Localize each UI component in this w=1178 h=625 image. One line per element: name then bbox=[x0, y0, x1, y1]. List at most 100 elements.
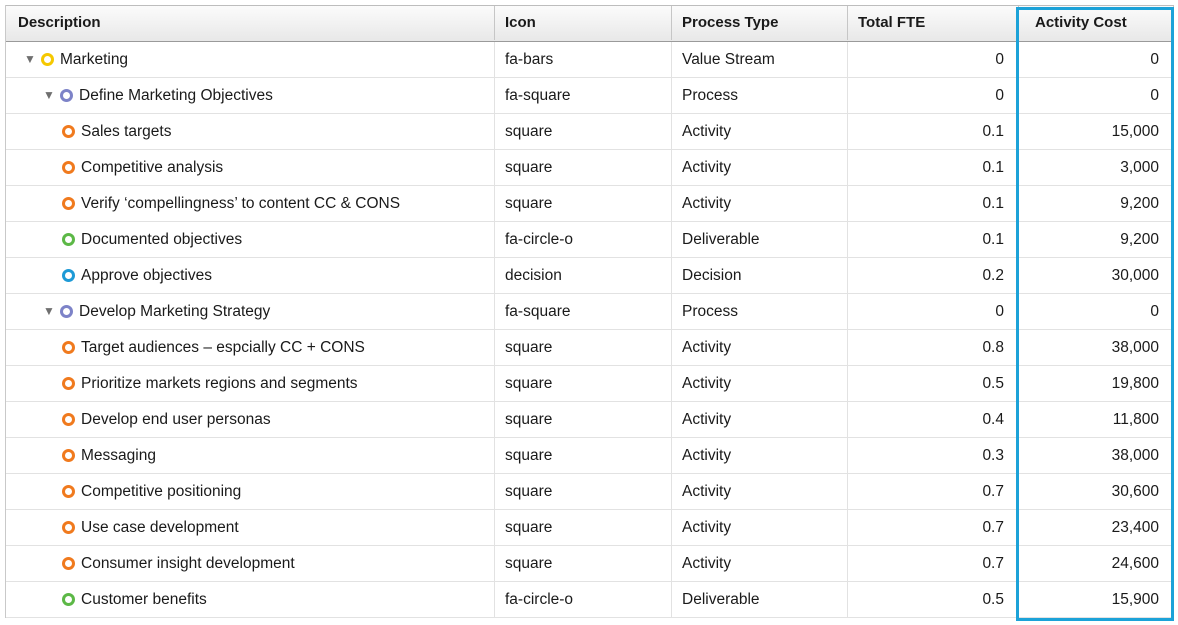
activity-cost-cell: 19,800 bbox=[1019, 366, 1174, 401]
grid-body: ▼ Marketing fa-bars Value Stream 0 0 ▼ Define M… bbox=[6, 42, 1174, 618]
activity-circle-icon bbox=[62, 377, 75, 390]
row-description: Sales targets bbox=[81, 123, 172, 140]
expand-toggle-icon[interactable]: ▼ bbox=[24, 42, 36, 77]
table-row[interactable]: Documented objectives fa-circle-o Delivera… bbox=[6, 222, 1174, 258]
total-fte-cell: 0.8 bbox=[848, 330, 1019, 365]
row-description: Marketing bbox=[60, 51, 129, 68]
tree-grid: Description Icon Process Type Total FTE … bbox=[5, 5, 1174, 618]
icon-cell: square bbox=[495, 510, 672, 545]
activity-cost-cell: 30,600 bbox=[1019, 474, 1174, 509]
row-description: Target audiences – espcially CC + CONS bbox=[81, 339, 365, 356]
description-cell: Target audiences – espcially CC + CONS bbox=[6, 330, 495, 365]
activity-cost-cell: 15,900 bbox=[1019, 582, 1174, 617]
column-header-activity-cost[interactable]: Activity Cost bbox=[1019, 6, 1174, 40]
activity-cost-cell: 30,000 bbox=[1019, 258, 1174, 293]
activity-circle-icon bbox=[62, 449, 75, 462]
process-type-cell: Process bbox=[672, 294, 848, 329]
expand-toggle-icon[interactable]: ▼ bbox=[43, 78, 55, 113]
description-cell: Prioritize markets regions and segments bbox=[6, 366, 495, 401]
row-description: Competitive analysis bbox=[81, 159, 224, 176]
description-cell: Consumer insight development bbox=[6, 546, 495, 581]
table-row[interactable]: ▼ Marketing fa-bars Value Stream 0 0 bbox=[6, 42, 1174, 78]
description-cell: Sales targets bbox=[6, 114, 495, 149]
description-cell: Competitive analysis bbox=[6, 150, 495, 185]
icon-cell: square bbox=[495, 114, 672, 149]
row-description: Approve objectives bbox=[81, 267, 212, 284]
icon-cell: square bbox=[495, 366, 672, 401]
table-row[interactable]: Competitive analysis square Activity 0.1 3,0… bbox=[6, 150, 1174, 186]
icon-cell: fa-square bbox=[495, 78, 672, 113]
activity-cost-cell: 38,000 bbox=[1019, 438, 1174, 473]
table-row[interactable]: Competitive positioning square Activity 0.7… bbox=[6, 474, 1174, 510]
activity-cost-cell: 0 bbox=[1019, 42, 1174, 77]
activity-cost-cell: 11,800 bbox=[1019, 402, 1174, 437]
table-row[interactable]: ▼ Define Marketing Objectives fa-square Pro… bbox=[6, 78, 1174, 114]
table-row[interactable]: Sales targets square Activity 0.1 15,000 bbox=[6, 114, 1174, 150]
total-fte-cell: 0.4 bbox=[848, 402, 1019, 437]
table-row[interactable]: Messaging square Activity 0.3 38,000 bbox=[6, 438, 1174, 474]
deliverable-circle-icon bbox=[62, 593, 75, 606]
table-row[interactable]: Consumer insight development square Activi… bbox=[6, 546, 1174, 582]
activity-circle-icon bbox=[62, 341, 75, 354]
row-description: Define Marketing Objectives bbox=[79, 87, 273, 104]
row-description: Documented objectives bbox=[81, 231, 243, 248]
total-fte-cell: 0.7 bbox=[848, 474, 1019, 509]
table-row[interactable]: Use case development square Activity 0.7 23,… bbox=[6, 510, 1174, 546]
activity-cost-cell: 24,600 bbox=[1019, 546, 1174, 581]
activity-cost-cell: 15,000 bbox=[1019, 114, 1174, 149]
process-type-cell: Activity bbox=[672, 150, 848, 185]
total-fte-cell: 0.1 bbox=[848, 222, 1019, 257]
row-description: Prioritize markets regions and segments bbox=[81, 375, 358, 392]
column-header-description[interactable]: Description bbox=[6, 6, 495, 40]
icon-cell: square bbox=[495, 186, 672, 221]
description-cell: Verify ‘compellingness’ to content CC & … bbox=[6, 186, 495, 221]
description-cell: Competitive positioning bbox=[6, 474, 495, 509]
table-row[interactable]: Develop end user personas square Activity 0… bbox=[6, 402, 1174, 438]
activity-cost-cell: 38,000 bbox=[1019, 330, 1174, 365]
table-row[interactable]: Customer benefits fa-circle-o Deliverable 0… bbox=[6, 582, 1174, 618]
activity-circle-icon bbox=[62, 413, 75, 426]
total-fte-cell: 0 bbox=[848, 78, 1019, 113]
row-description: Use case development bbox=[81, 519, 239, 536]
process-circle-icon bbox=[60, 89, 73, 102]
table-row[interactable]: Target audiences – espcially CC + CONS sq… bbox=[6, 330, 1174, 366]
table-row[interactable]: Prioritize markets regions and segments s… bbox=[6, 366, 1174, 402]
total-fte-cell: 0.2 bbox=[848, 258, 1019, 293]
activity-circle-icon bbox=[62, 161, 75, 174]
process-type-cell: Deliverable bbox=[672, 222, 848, 257]
icon-cell: fa-bars bbox=[495, 42, 672, 77]
total-fte-cell: 0.5 bbox=[848, 366, 1019, 401]
icon-cell: fa-circle-o bbox=[495, 222, 672, 257]
row-description: Develop Marketing Strategy bbox=[79, 303, 271, 320]
activity-cost-cell: 9,200 bbox=[1019, 186, 1174, 221]
icon-cell: square bbox=[495, 402, 672, 437]
activity-cost-cell: 3,000 bbox=[1019, 150, 1174, 185]
row-description: Messaging bbox=[81, 447, 156, 464]
total-fte-cell: 0.7 bbox=[848, 546, 1019, 581]
row-description: Competitive positioning bbox=[81, 483, 242, 500]
table-row[interactable]: Approve objectives decision Decision 0.2 30,… bbox=[6, 258, 1174, 294]
activity-circle-icon bbox=[62, 485, 75, 498]
table-row[interactable]: ▼ Develop Marketing Strategy fa-square Proc… bbox=[6, 294, 1174, 330]
decision-circle-icon bbox=[62, 269, 75, 282]
description-cell: Use case development bbox=[6, 510, 495, 545]
expand-toggle-icon[interactable]: ▼ bbox=[43, 294, 55, 329]
header-row: Description Icon Process Type Total FTE … bbox=[6, 5, 1174, 42]
column-header-process-type[interactable]: Process Type bbox=[672, 6, 848, 40]
activity-circle-icon bbox=[62, 197, 75, 210]
activity-circle-icon bbox=[62, 125, 75, 138]
deliverable-circle-icon bbox=[62, 233, 75, 246]
process-type-cell: Activity bbox=[672, 438, 848, 473]
description-cell: ▼ Marketing bbox=[6, 42, 495, 77]
column-header-icon[interactable]: Icon bbox=[495, 6, 672, 40]
total-fte-cell: 0 bbox=[848, 42, 1019, 77]
column-header-total-fte[interactable]: Total FTE bbox=[848, 6, 1019, 40]
icon-cell: fa-circle-o bbox=[495, 582, 672, 617]
table-row[interactable]: Verify ‘compellingness’ to content CC & … bbox=[6, 186, 1174, 222]
description-cell: ▼ Define Marketing Objectives bbox=[6, 78, 495, 113]
activity-circle-icon bbox=[62, 557, 75, 570]
process-type-cell: Activity bbox=[672, 186, 848, 221]
row-description: Verify ‘compellingness’ to content CC & … bbox=[81, 195, 401, 212]
total-fte-cell: 0.3 bbox=[848, 438, 1019, 473]
total-fte-cell: 0.1 bbox=[848, 114, 1019, 149]
